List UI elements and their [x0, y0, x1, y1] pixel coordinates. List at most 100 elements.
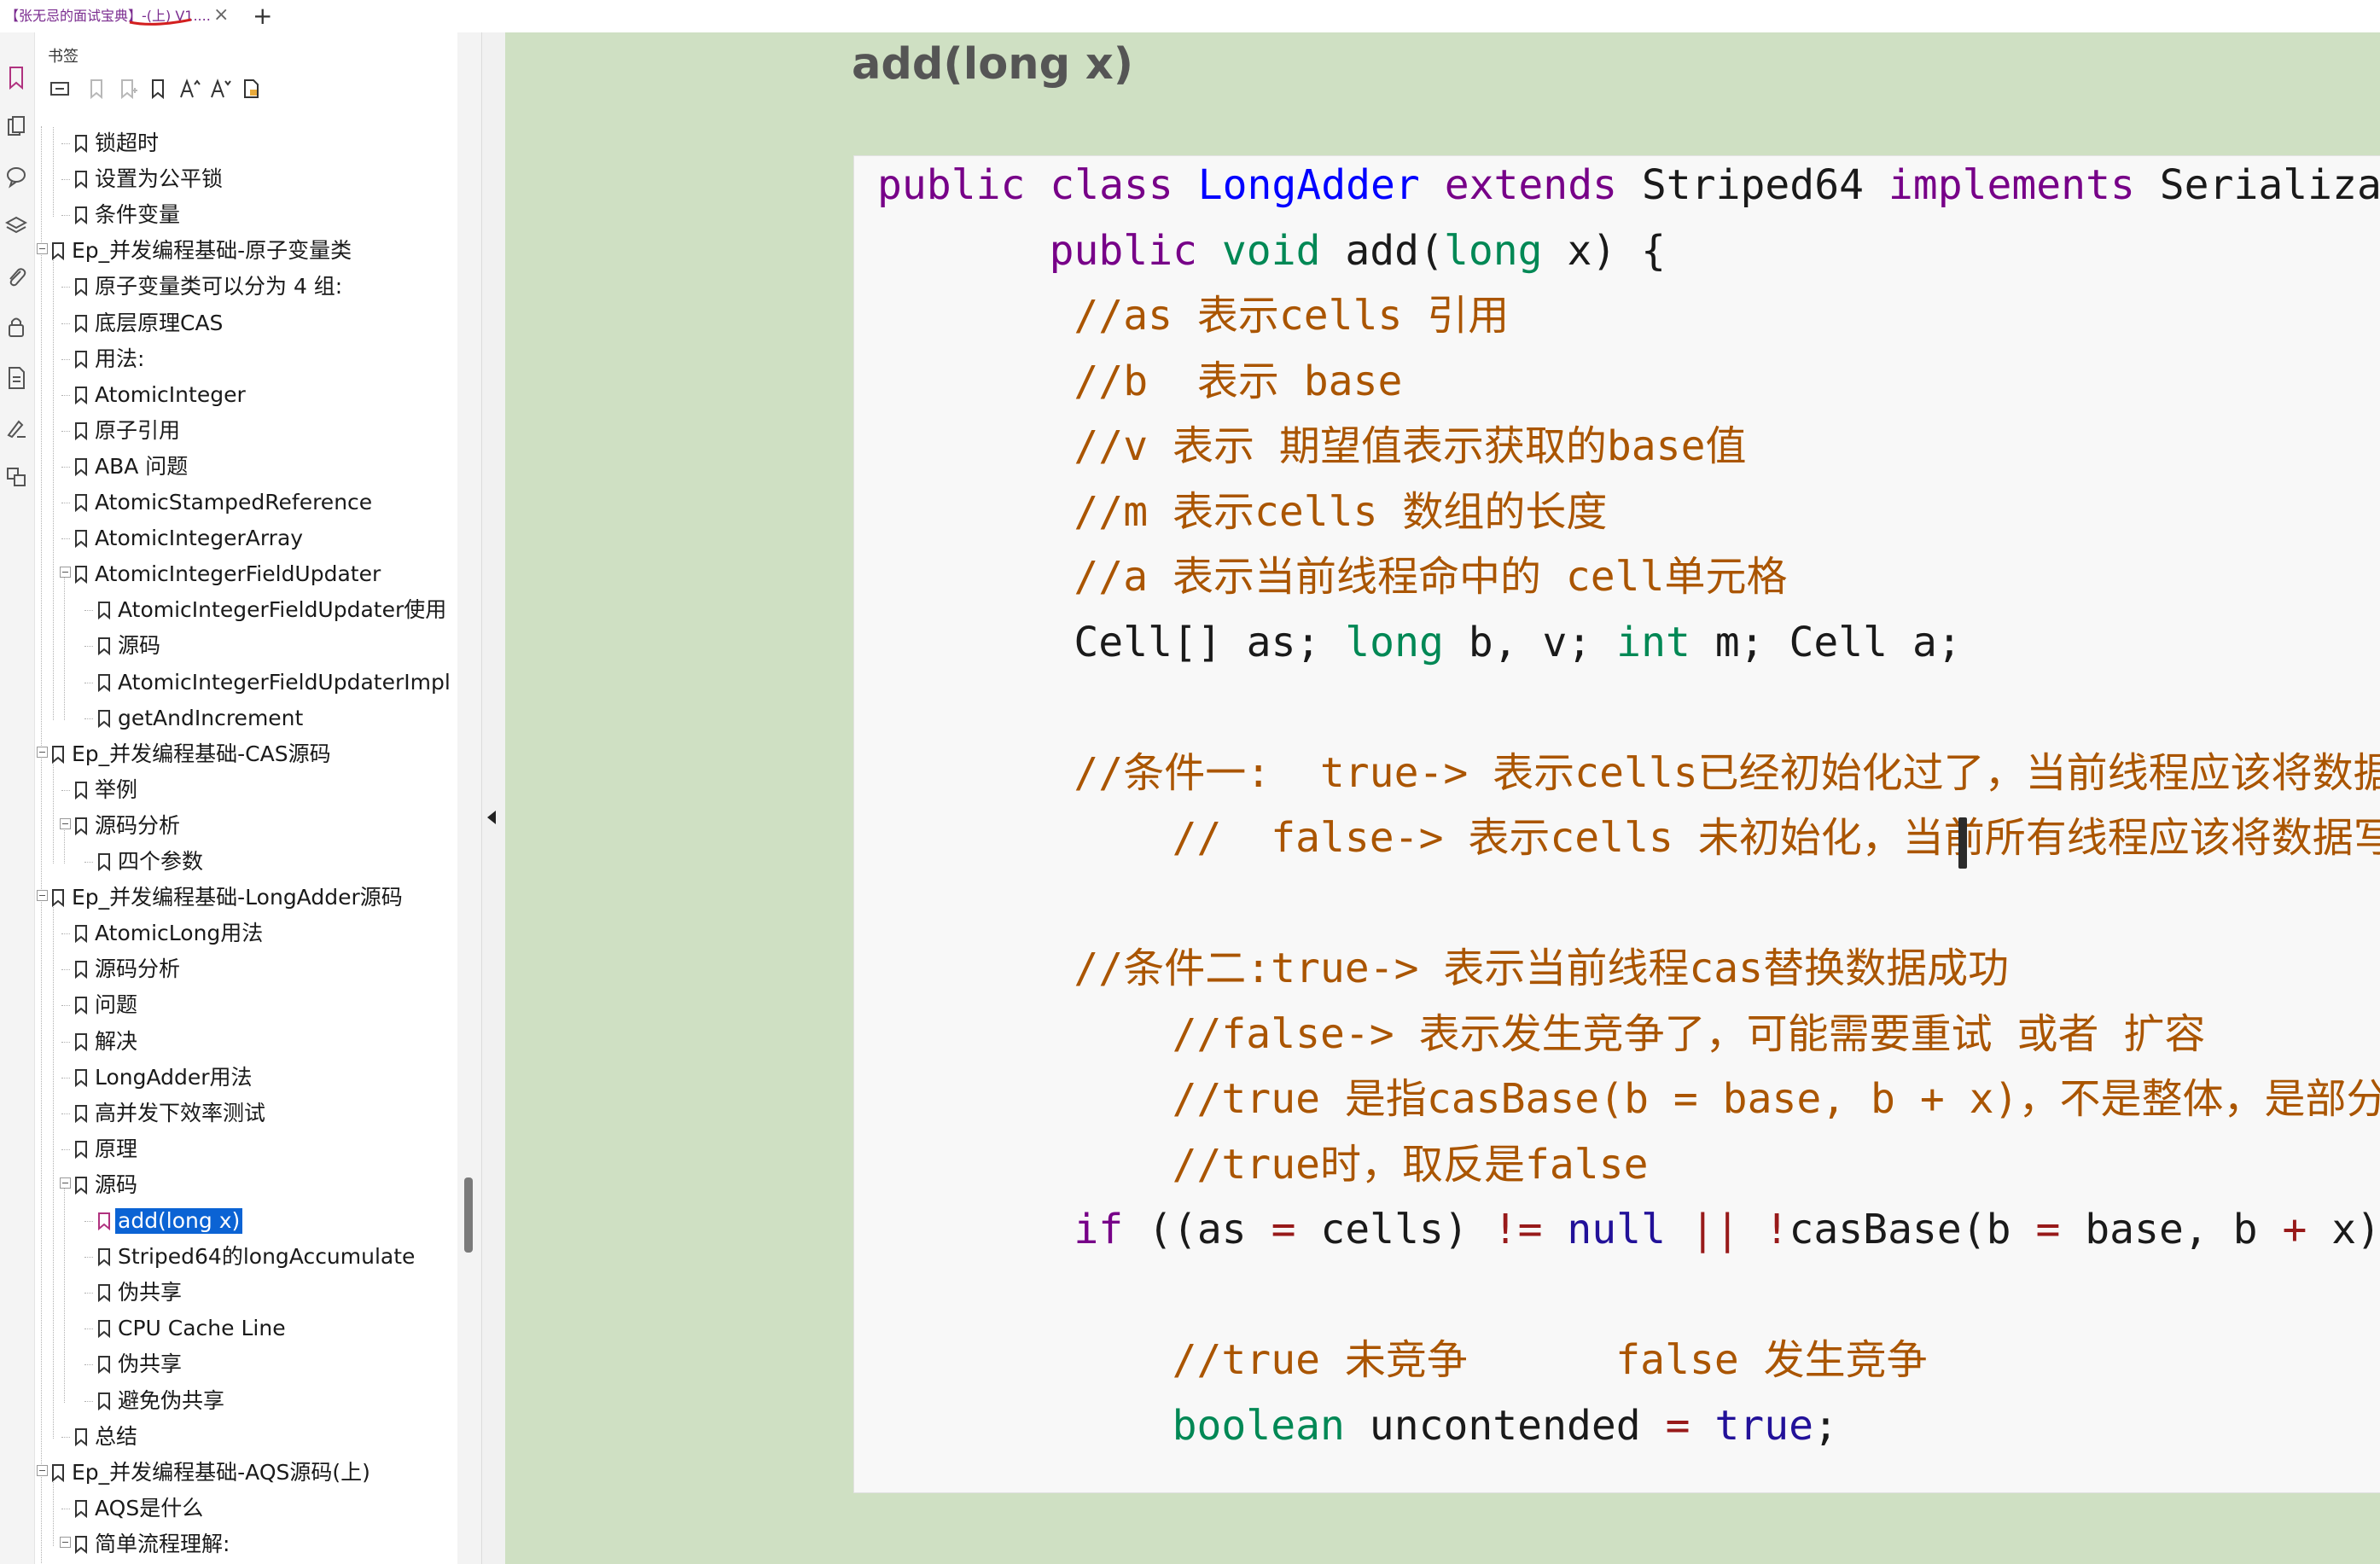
- expand-toggle-icon[interactable]: [37, 746, 48, 758]
- text-smaller-icon[interactable]: [208, 77, 232, 101]
- bookmark-item[interactable]: AtomicIntegerFieldUpdaterImpl: [35, 666, 457, 700]
- lock-icon[interactable]: [5, 314, 27, 340]
- code-token: null: [1567, 1206, 1666, 1253]
- document-icon[interactable]: [5, 365, 27, 391]
- add-bookmark-icon[interactable]: [85, 77, 109, 101]
- tree-branch-line: [61, 179, 70, 181]
- code-line: //true 未竞争 false 发生竞争: [1173, 1334, 1928, 1386]
- bookmark-item[interactable]: AtomicLong用法: [35, 916, 457, 951]
- bookmark-item[interactable]: 解决: [35, 1025, 457, 1059]
- bookmark-label: 原子变量类可以分为 4 组:: [95, 274, 343, 299]
- text-larger-icon[interactable]: [177, 77, 201, 101]
- code-line: if ((as = cells) != null || !casBase(b =…: [1074, 1204, 2380, 1255]
- bookmark-item[interactable]: AtomicInteger: [35, 378, 457, 412]
- bookmark-item[interactable]: Ep_并发编程基础-LongAdder源码: [35, 881, 457, 915]
- bookmark-item[interactable]: AtomicStampedReference: [35, 485, 457, 520]
- bookmark-item[interactable]: AtomicIntegerFieldUpdater: [35, 557, 457, 591]
- bookmark-icon: [73, 1103, 89, 1124]
- bookmark-item[interactable]: 高并发下效率测试: [35, 1096, 457, 1131]
- attachment-icon[interactable]: [5, 265, 27, 290]
- bookmark-icon: [50, 1462, 66, 1483]
- bookmark-item[interactable]: getAndIncrement: [35, 701, 457, 735]
- expand-toggle-icon[interactable]: [37, 890, 48, 902]
- collapse-all-icon[interactable]: [48, 77, 72, 101]
- bookmark-item[interactable]: 总结: [35, 1420, 457, 1454]
- add-child-bookmark-icon[interactable]: [116, 77, 140, 101]
- bookmark-item[interactable]: Ep_并发编程基础-CAS源码: [35, 737, 457, 771]
- bookmark-label: 总结: [95, 1423, 138, 1449]
- code-token: long: [1443, 226, 1543, 275]
- bookmark-item[interactable]: CPU Cache Line: [35, 1311, 457, 1346]
- expand-toggle-icon[interactable]: [60, 1536, 71, 1548]
- bookmark-item[interactable]: 用法:: [35, 342, 457, 376]
- code-token: //true 未竞争 false 发生竞争: [1172, 1336, 1928, 1384]
- comment-icon[interactable]: [5, 164, 27, 189]
- bookmark-goto-icon[interactable]: [147, 77, 171, 101]
- tree-branch-line: [61, 358, 70, 360]
- bookmark-item[interactable]: 条件变量: [35, 198, 457, 232]
- bookmark-item[interactable]: 源码分析: [35, 952, 457, 986]
- bookmark-item[interactable]: 锁超时: [35, 126, 457, 160]
- bookmark-item[interactable]: 四个参数: [35, 845, 457, 879]
- bookmark-properties-icon[interactable]: [239, 77, 263, 101]
- tree-branch-line: [84, 862, 93, 863]
- bookmark-item[interactable]: 底层原理CAS: [35, 306, 457, 340]
- tree-branch-line: [84, 1400, 93, 1402]
- expand-toggle-icon[interactable]: [37, 243, 48, 255]
- bookmark-item[interactable]: 简单流程理解:: [35, 1527, 457, 1561]
- bookmark-item[interactable]: Striped64的longAccumulate: [35, 1240, 457, 1274]
- expand-toggle-icon[interactable]: [37, 1464, 48, 1476]
- bookmark-icon: [73, 780, 89, 800]
- bookmark-label: AtomicIntegerFieldUpdaterImpl: [118, 669, 451, 695]
- document-tab[interactable]: 【张无忌的面试宝典】-(上) V1.... ×: [0, 0, 232, 32]
- bookmark-item[interactable]: 举例: [35, 773, 457, 807]
- expand-toggle-icon[interactable]: [60, 817, 71, 829]
- layers-icon[interactable]: [4, 213, 28, 239]
- code-line: boolean uncontended = true;: [1173, 1400, 1838, 1451]
- code-token: =: [1271, 1206, 1296, 1253]
- bookmark-item[interactable]: 原子变量类可以分为 4 组:: [35, 270, 457, 304]
- expand-toggle-icon[interactable]: [60, 1177, 71, 1189]
- bookmark-item[interactable]: 原理: [35, 1132, 457, 1166]
- bookmark-item[interactable]: 问题: [35, 988, 457, 1022]
- bookmark-item[interactable]: AtomicIntegerArray: [35, 521, 457, 555]
- collapse-panel-icon[interactable]: [487, 811, 496, 824]
- code-token: void: [1221, 226, 1321, 275]
- compare-icon[interactable]: [5, 464, 27, 490]
- bookmark-icon[interactable]: [5, 65, 27, 90]
- bookmark-icon: [73, 1032, 89, 1052]
- tree-branch-line: [61, 287, 70, 288]
- pages-icon[interactable]: [5, 114, 27, 140]
- bookmark-item[interactable]: 伪共享: [35, 1347, 457, 1381]
- close-icon[interactable]: ×: [213, 5, 229, 26]
- code-block: public class LongAdder extends Striped64…: [853, 155, 2380, 1493]
- bookmark-item[interactable]: 源码: [35, 629, 457, 663]
- bookmark-icon: [96, 672, 112, 693]
- bookmark-item[interactable]: AQS是什么: [35, 1491, 457, 1526]
- bookmark-label: 四个参数: [118, 849, 204, 874]
- new-tab-button[interactable]: +: [253, 3, 272, 29]
- bookmark-label: AtomicStampedReference: [95, 490, 373, 515]
- bookmark-item[interactable]: 伪共享: [35, 1276, 457, 1310]
- bookmark-item[interactable]: ABA 问题: [35, 450, 457, 484]
- signature-icon[interactable]: [5, 415, 27, 440]
- bookmark-item[interactable]: 避免伪共享: [35, 1384, 457, 1418]
- bookmark-item[interactable]: Ep_并发编程基础-AQS源码(上): [35, 1456, 457, 1490]
- bookmark-label: Ep_并发编程基础-CAS源码: [72, 741, 331, 766]
- panel-splitter[interactable]: [481, 32, 506, 1564]
- bookmark-item[interactable]: LongAdder用法: [35, 1061, 457, 1095]
- bookmark-item-selected[interactable]: add(long x): [35, 1204, 457, 1238]
- panel-scrollbar[interactable]: [457, 32, 481, 1564]
- bookmark-item[interactable]: Ep_并发编程基础-原子变量类: [35, 234, 457, 268]
- bookmark-item[interactable]: 源码分析: [35, 809, 457, 843]
- panel-scrollbar-thumb[interactable]: [464, 1177, 473, 1253]
- code-token: =: [2035, 1206, 2061, 1253]
- bookmark-item[interactable]: AtomicIntegerFieldUpdater使用: [35, 593, 457, 627]
- bookmark-item[interactable]: 设置为公平锁: [35, 162, 457, 196]
- bookmark-item[interactable]: 原子引用: [35, 414, 457, 448]
- expand-toggle-icon[interactable]: [60, 567, 71, 579]
- bookmark-item[interactable]: 源码: [35, 1168, 457, 1202]
- code-token: add(: [1320, 226, 1444, 275]
